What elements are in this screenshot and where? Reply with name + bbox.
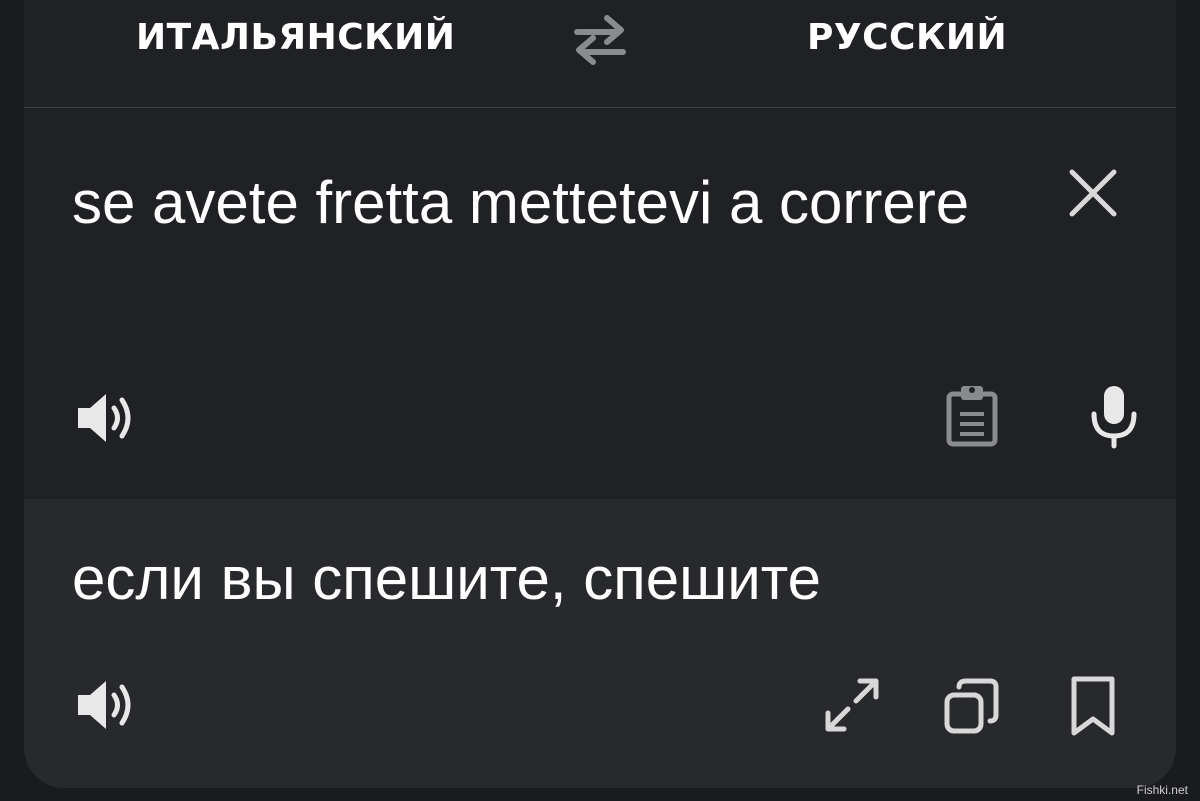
speaker-icon — [78, 394, 131, 442]
language-bar: ИТАЛЬЯНСКИЙ РУССКИЙ — [24, 0, 1176, 108]
copy-translation-button[interactable] — [942, 675, 1002, 737]
source-language-button[interactable]: ИТАЛЬЯНСКИЙ — [136, 16, 455, 60]
save-translation-button[interactable] — [1068, 675, 1118, 737]
target-language-button[interactable]: РУССКИЙ — [807, 16, 1007, 60]
microphone-icon — [1091, 386, 1137, 449]
fullscreen-button[interactable] — [822, 675, 882, 735]
source-speak-button[interactable] — [76, 390, 140, 446]
source-text-input[interactable]: se avete fretta mettetevi a correre — [72, 154, 972, 252]
input-pane: se avete fretta mettetevi a correre — [24, 108, 1176, 499]
clipboard-icon — [946, 386, 998, 447]
target-speak-button[interactable] — [76, 677, 140, 733]
translation-text: если вы спешите, спешите — [72, 545, 821, 612]
copy-icon — [944, 678, 999, 734]
swap-arrows-icon — [574, 15, 626, 65]
translator-card: ИТАЛЬЯНСКИЙ РУССКИЙ se avete fretta mett… — [24, 0, 1176, 788]
voice-input-button[interactable] — [1086, 382, 1142, 450]
expand-icon — [825, 678, 879, 732]
output-pane: если вы спешите, спешите — [24, 499, 1176, 788]
clear-input-button[interactable] — [1068, 168, 1118, 218]
watermark: Fishki.net — [1136, 783, 1188, 797]
swap-languages-button[interactable] — [569, 10, 631, 66]
paste-button[interactable] — [944, 382, 1000, 448]
close-icon — [1069, 169, 1117, 217]
bookmark-icon — [1071, 676, 1115, 736]
speaker-icon — [78, 681, 131, 729]
